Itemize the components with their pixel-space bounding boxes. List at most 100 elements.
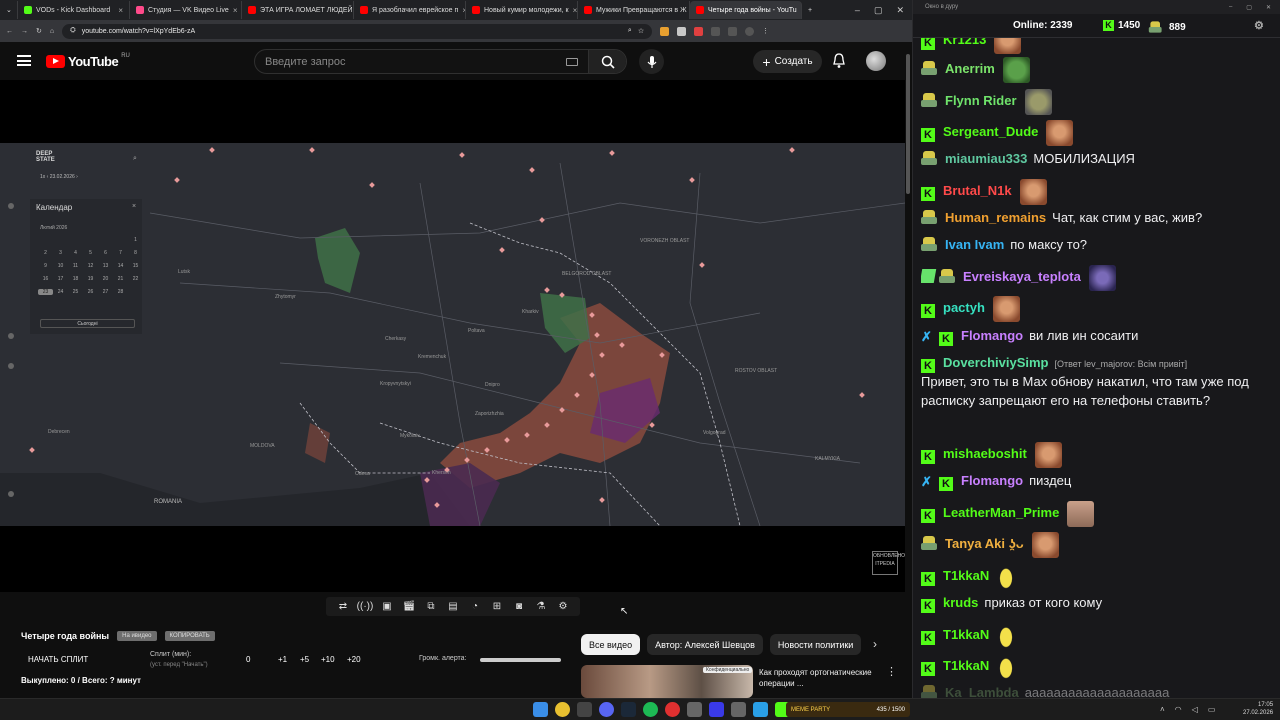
- tab-youtube-4[interactable]: Мужики Превращаются в Ж×: [578, 1, 690, 19]
- audio-icon[interactable]: ((·)): [357, 601, 374, 612]
- chat-username[interactable]: Ka_Lambda: [945, 685, 1019, 698]
- chat-username[interactable]: Flynn Rider: [945, 93, 1017, 108]
- chevron-up-icon[interactable]: ˄: [1160, 705, 1165, 714]
- tab-list-button[interactable]: ⌄: [0, 1, 18, 19]
- youtube-logo[interactable]: YouTube RU: [46, 53, 130, 69]
- close-icon[interactable]: ×: [233, 6, 238, 15]
- close-icon[interactable]: ×: [118, 6, 123, 15]
- emote-image[interactable]: [994, 38, 1022, 54]
- discord-icon[interactable]: [599, 702, 614, 717]
- tab-youtube-3[interactable]: Новый кумир молодежи, к ×: [466, 1, 578, 19]
- day[interactable]: 25: [68, 289, 83, 295]
- emote-image[interactable]: [997, 623, 1016, 649]
- maximize-icon[interactable]: ▢: [874, 5, 883, 16]
- day[interactable]: [38, 237, 53, 243]
- recommended-video[interactable]: Конфиденциально Как проходят ортогнатиче…: [581, 665, 901, 698]
- day[interactable]: [68, 237, 83, 243]
- emote-image[interactable]: [1034, 442, 1062, 468]
- add-1-button[interactable]: +1: [278, 655, 287, 664]
- day[interactable]: [98, 237, 113, 243]
- close-icon[interactable]: ×: [132, 203, 136, 210]
- emote-image[interactable]: [1019, 179, 1047, 205]
- page-scrollbar[interactable]: [905, 46, 911, 696]
- day[interactable]: 14: [113, 263, 128, 269]
- start-icon[interactable]: [533, 702, 548, 717]
- reload-icon[interactable]: ↻: [36, 27, 42, 35]
- day[interactable]: 2: [38, 250, 53, 256]
- add-frame-icon[interactable]: ⊞: [491, 601, 503, 612]
- close-window-icon[interactable]: ✕: [896, 5, 904, 16]
- battery-icon[interactable]: ▭: [1208, 705, 1216, 714]
- emote-image[interactable]: [1067, 501, 1095, 527]
- minimize-icon[interactable]: –: [855, 5, 860, 16]
- app-icon[interactable]: [731, 702, 746, 717]
- chat-username[interactable]: pactyh: [943, 300, 985, 315]
- create-button[interactable]: + Создать: [753, 50, 822, 73]
- split-minutes-value[interactable]: 0: [246, 655, 250, 664]
- picture-in-picture-icon[interactable]: ⧉: [425, 601, 437, 612]
- chat-username[interactable]: Sergeant_Dude: [943, 124, 1038, 139]
- screen-share-icon[interactable]: ▣: [381, 601, 393, 612]
- speed-label[interactable]: 1x: [40, 174, 45, 180]
- chat-username[interactable]: mishaeboshit: [943, 446, 1027, 461]
- day[interactable]: 22: [128, 276, 143, 282]
- tab-youtube-2[interactable]: Я разоблачил еврейское п×: [354, 1, 466, 19]
- download-icon[interactable]: [728, 26, 738, 36]
- day[interactable]: 8: [128, 250, 143, 256]
- volume-icon[interactable]: ◁: [1192, 705, 1198, 714]
- map-date-control[interactable]: 1x ‹ 23.02.2026 ›: [40, 174, 78, 180]
- day[interactable]: 24: [53, 289, 68, 295]
- chat-username[interactable]: kruds: [943, 595, 978, 610]
- chat-username[interactable]: T1kkaN: [943, 568, 989, 583]
- clapperboard-icon[interactable]: 🎬︎: [403, 601, 416, 612]
- alert-volume-slider[interactable]: [480, 658, 561, 662]
- day[interactable]: 20: [98, 276, 113, 282]
- extensions-puzzle-icon[interactable]: [711, 26, 721, 36]
- map-tool-icon[interactable]: [8, 491, 14, 497]
- day[interactable]: 15: [128, 263, 143, 269]
- zoom-icon[interactable]: ⌕: [628, 27, 632, 35]
- back-icon[interactable]: ←: [6, 28, 13, 35]
- chevron-left-icon[interactable]: ‹: [47, 174, 49, 180]
- loop-icon[interactable]: ⇄: [337, 601, 349, 612]
- chat-username[interactable]: Flomango: [961, 473, 1023, 488]
- map-tool-icon[interactable]: [8, 203, 14, 209]
- day[interactable]: [113, 237, 128, 243]
- extension-icon[interactable]: [660, 26, 670, 36]
- chat-username[interactable]: Brutal_N1k: [943, 183, 1012, 198]
- tab-youtube-1[interactable]: ЭТА ИГРА ЛОМАЕТ ЛЮДЕЙ×: [242, 1, 354, 19]
- chat-username[interactable]: DoverchiviySimp: [943, 355, 1049, 370]
- chat-username[interactable]: T1kkaN: [943, 627, 989, 642]
- chip-all-videos[interactable]: Все видео: [581, 634, 641, 655]
- tab-vk-studio[interactable]: Студия — VK Видео Live ×: [130, 1, 242, 19]
- chip-politics-news[interactable]: Новости политики: [769, 634, 862, 655]
- chevron-right-icon[interactable]: ›: [873, 637, 877, 651]
- day[interactable]: 6: [98, 250, 113, 256]
- emote-image[interactable]: [1002, 57, 1030, 83]
- site-info-icon[interactable]: ⛭: [70, 27, 76, 35]
- day[interactable]: 21: [113, 276, 128, 282]
- emote-image[interactable]: [1024, 89, 1052, 115]
- day[interactable]: 26: [83, 289, 98, 295]
- network-icon[interactable]: ◠: [1175, 705, 1182, 714]
- extension-icon[interactable]: [677, 26, 687, 36]
- app-icon[interactable]: [709, 702, 724, 717]
- chat-username[interactable]: Ivan Ivam: [945, 237, 1004, 252]
- chat-username[interactable]: Human_remains: [945, 210, 1046, 225]
- minimize-icon[interactable]: –: [1229, 4, 1232, 11]
- chat-username[interactable]: Kr1213: [943, 38, 986, 47]
- emote-image[interactable]: [992, 296, 1020, 322]
- day-selected[interactable]: 23: [38, 289, 53, 295]
- day[interactable]: 7: [113, 250, 128, 256]
- speed-gauge-icon[interactable]: ◔: [469, 601, 481, 612]
- chat-username[interactable]: Evreiskaya_teplota: [963, 269, 1081, 284]
- new-tab-button[interactable]: +: [802, 1, 818, 19]
- camera-icon[interactable]: ◙: [513, 601, 525, 612]
- day[interactable]: 18: [68, 276, 83, 282]
- gear-icon[interactable]: ⚙: [557, 601, 569, 612]
- chrome-icon[interactable]: [555, 702, 570, 717]
- emote-image[interactable]: [997, 564, 1016, 590]
- file-explorer-icon[interactable]: [577, 702, 592, 717]
- browser-menu-icon[interactable]: ⋮: [762, 27, 769, 35]
- tab-kick-dashboard[interactable]: VODs - Kick Dashboard ×: [18, 1, 130, 19]
